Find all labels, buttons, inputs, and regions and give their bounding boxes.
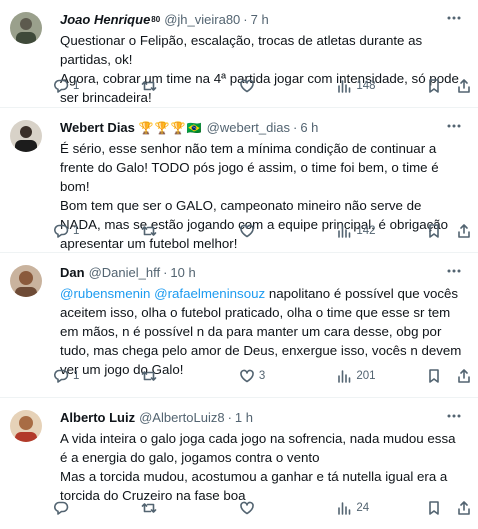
- tweet-text: A vida inteira o galo joga cada jogo na …: [60, 431, 456, 503]
- bookmark-button[interactable]: [426, 78, 442, 94]
- views-count: 201: [356, 370, 376, 382]
- timestamp[interactable]: 10 h: [170, 265, 195, 281]
- heart-icon: [239, 368, 255, 384]
- tweet[interactable]: Dan @Daniel_hff · 10 h @rubensmenin @raf…: [0, 253, 478, 398]
- reply-button[interactable]: [53, 500, 141, 516]
- reply-icon: [53, 78, 69, 94]
- bookmark-button[interactable]: [426, 368, 442, 384]
- avatar[interactable]: [10, 410, 42, 442]
- reply-count: 1: [73, 225, 80, 237]
- share-icon: [456, 500, 472, 516]
- avatar[interactable]: [10, 120, 42, 152]
- tweet[interactable]: Alberto Luiz @AlbertoLuiz8 · 1 h A vida …: [0, 398, 478, 529]
- views-button[interactable]: 148: [336, 78, 410, 94]
- tweet-actions: 1 142: [53, 223, 472, 239]
- retweet-button[interactable]: [141, 223, 239, 239]
- heart-icon: [239, 223, 255, 239]
- author-name[interactable]: Dan: [60, 265, 85, 281]
- profile-badges: 🏆🏆🏆🇧🇷: [138, 121, 203, 135]
- views-button[interactable]: 24: [336, 500, 410, 516]
- retweet-icon: [141, 368, 157, 384]
- tweet[interactable]: Joao Henrique 80 @jh_vieira80 · 7 h Quest…: [0, 0, 478, 108]
- timestamp[interactable]: 6 h: [300, 120, 318, 136]
- views-button[interactable]: 201: [336, 368, 410, 384]
- like-button[interactable]: [239, 223, 337, 239]
- tweet-actions: 1 3 201: [53, 368, 472, 384]
- reply-button[interactable]: 1: [53, 223, 141, 239]
- timestamp[interactable]: 1 h: [235, 410, 253, 426]
- like-button[interactable]: 3: [239, 368, 337, 384]
- more-icon[interactable]: [444, 116, 464, 136]
- views-icon: [336, 223, 352, 239]
- bookmark-icon: [426, 500, 442, 516]
- share-icon: [456, 78, 472, 94]
- tweet-text: Questionar o Felipão, escalação, trocas …: [60, 33, 459, 105]
- like-button[interactable]: [239, 78, 337, 94]
- like-button[interactable]: [239, 500, 337, 516]
- share-button[interactable]: [456, 500, 472, 516]
- reply-button[interactable]: 1: [53, 368, 141, 384]
- reply-button[interactable]: 1: [53, 78, 141, 94]
- author-handle[interactable]: @webert_dias: [207, 120, 290, 136]
- heart-icon: [239, 500, 255, 516]
- bookmark-icon: [426, 78, 442, 94]
- retweet-icon: [141, 500, 157, 516]
- tweet-text: @rubensmenin @rafaelmeninsouz napolitano…: [60, 284, 462, 379]
- author-name-suffix: 80: [151, 15, 161, 24]
- views-icon: [336, 500, 352, 516]
- share-icon: [456, 368, 472, 384]
- tweet-actions: 1 148: [53, 78, 472, 94]
- views-count: 142: [356, 225, 376, 237]
- views-count: 24: [356, 502, 370, 514]
- reply-icon: [53, 368, 69, 384]
- retweet-icon: [141, 78, 157, 94]
- share-button[interactable]: [456, 223, 472, 239]
- author-handle[interactable]: @Daniel_hff: [89, 265, 161, 281]
- like-count: 3: [258, 370, 266, 382]
- reply-count: 1: [73, 80, 80, 92]
- bookmark-icon: [426, 223, 442, 239]
- heart-icon: [239, 78, 255, 94]
- separator-dot: ·: [243, 12, 248, 27]
- avatar[interactable]: [10, 265, 42, 297]
- retweet-icon: [141, 223, 157, 239]
- tweet-actions: 24: [53, 500, 472, 516]
- views-icon: [336, 368, 352, 384]
- retweet-button[interactable]: [141, 500, 239, 516]
- more-icon[interactable]: [444, 406, 464, 426]
- author-name[interactable]: Joao Henrique: [60, 12, 150, 28]
- separator-dot: ·: [163, 265, 168, 280]
- bookmark-icon: [426, 368, 442, 384]
- reply-icon: [53, 500, 69, 516]
- tweet[interactable]: Webert Dias 🏆🏆🏆🇧🇷 @webert_dias · 6 h É s…: [0, 108, 478, 253]
- retweet-button[interactable]: [141, 78, 239, 94]
- views-count: 148: [356, 80, 376, 92]
- more-icon[interactable]: [444, 261, 464, 281]
- views-button[interactable]: 142: [336, 223, 410, 239]
- bookmark-button[interactable]: [426, 223, 442, 239]
- mention-link[interactable]: @rubensmenin @rafaelmeninsouz: [60, 286, 265, 301]
- retweet-button[interactable]: [141, 368, 239, 384]
- author-handle[interactable]: @jh_vieira80: [164, 12, 240, 28]
- author-name[interactable]: Webert Dias: [60, 120, 135, 136]
- separator-dot: ·: [227, 410, 232, 425]
- share-button[interactable]: [456, 368, 472, 384]
- avatar[interactable]: [10, 12, 42, 44]
- timestamp[interactable]: 7 h: [251, 12, 269, 28]
- bookmark-button[interactable]: [426, 500, 442, 516]
- author-handle[interactable]: @AlbertoLuiz8: [139, 410, 224, 426]
- share-icon: [456, 223, 472, 239]
- views-icon: [336, 78, 352, 94]
- author-name[interactable]: Alberto Luiz: [60, 410, 135, 426]
- share-button[interactable]: [456, 78, 472, 94]
- reply-icon: [53, 223, 69, 239]
- separator-dot: ·: [292, 120, 298, 135]
- reply-count: 1: [73, 370, 80, 382]
- more-icon[interactable]: [444, 8, 464, 28]
